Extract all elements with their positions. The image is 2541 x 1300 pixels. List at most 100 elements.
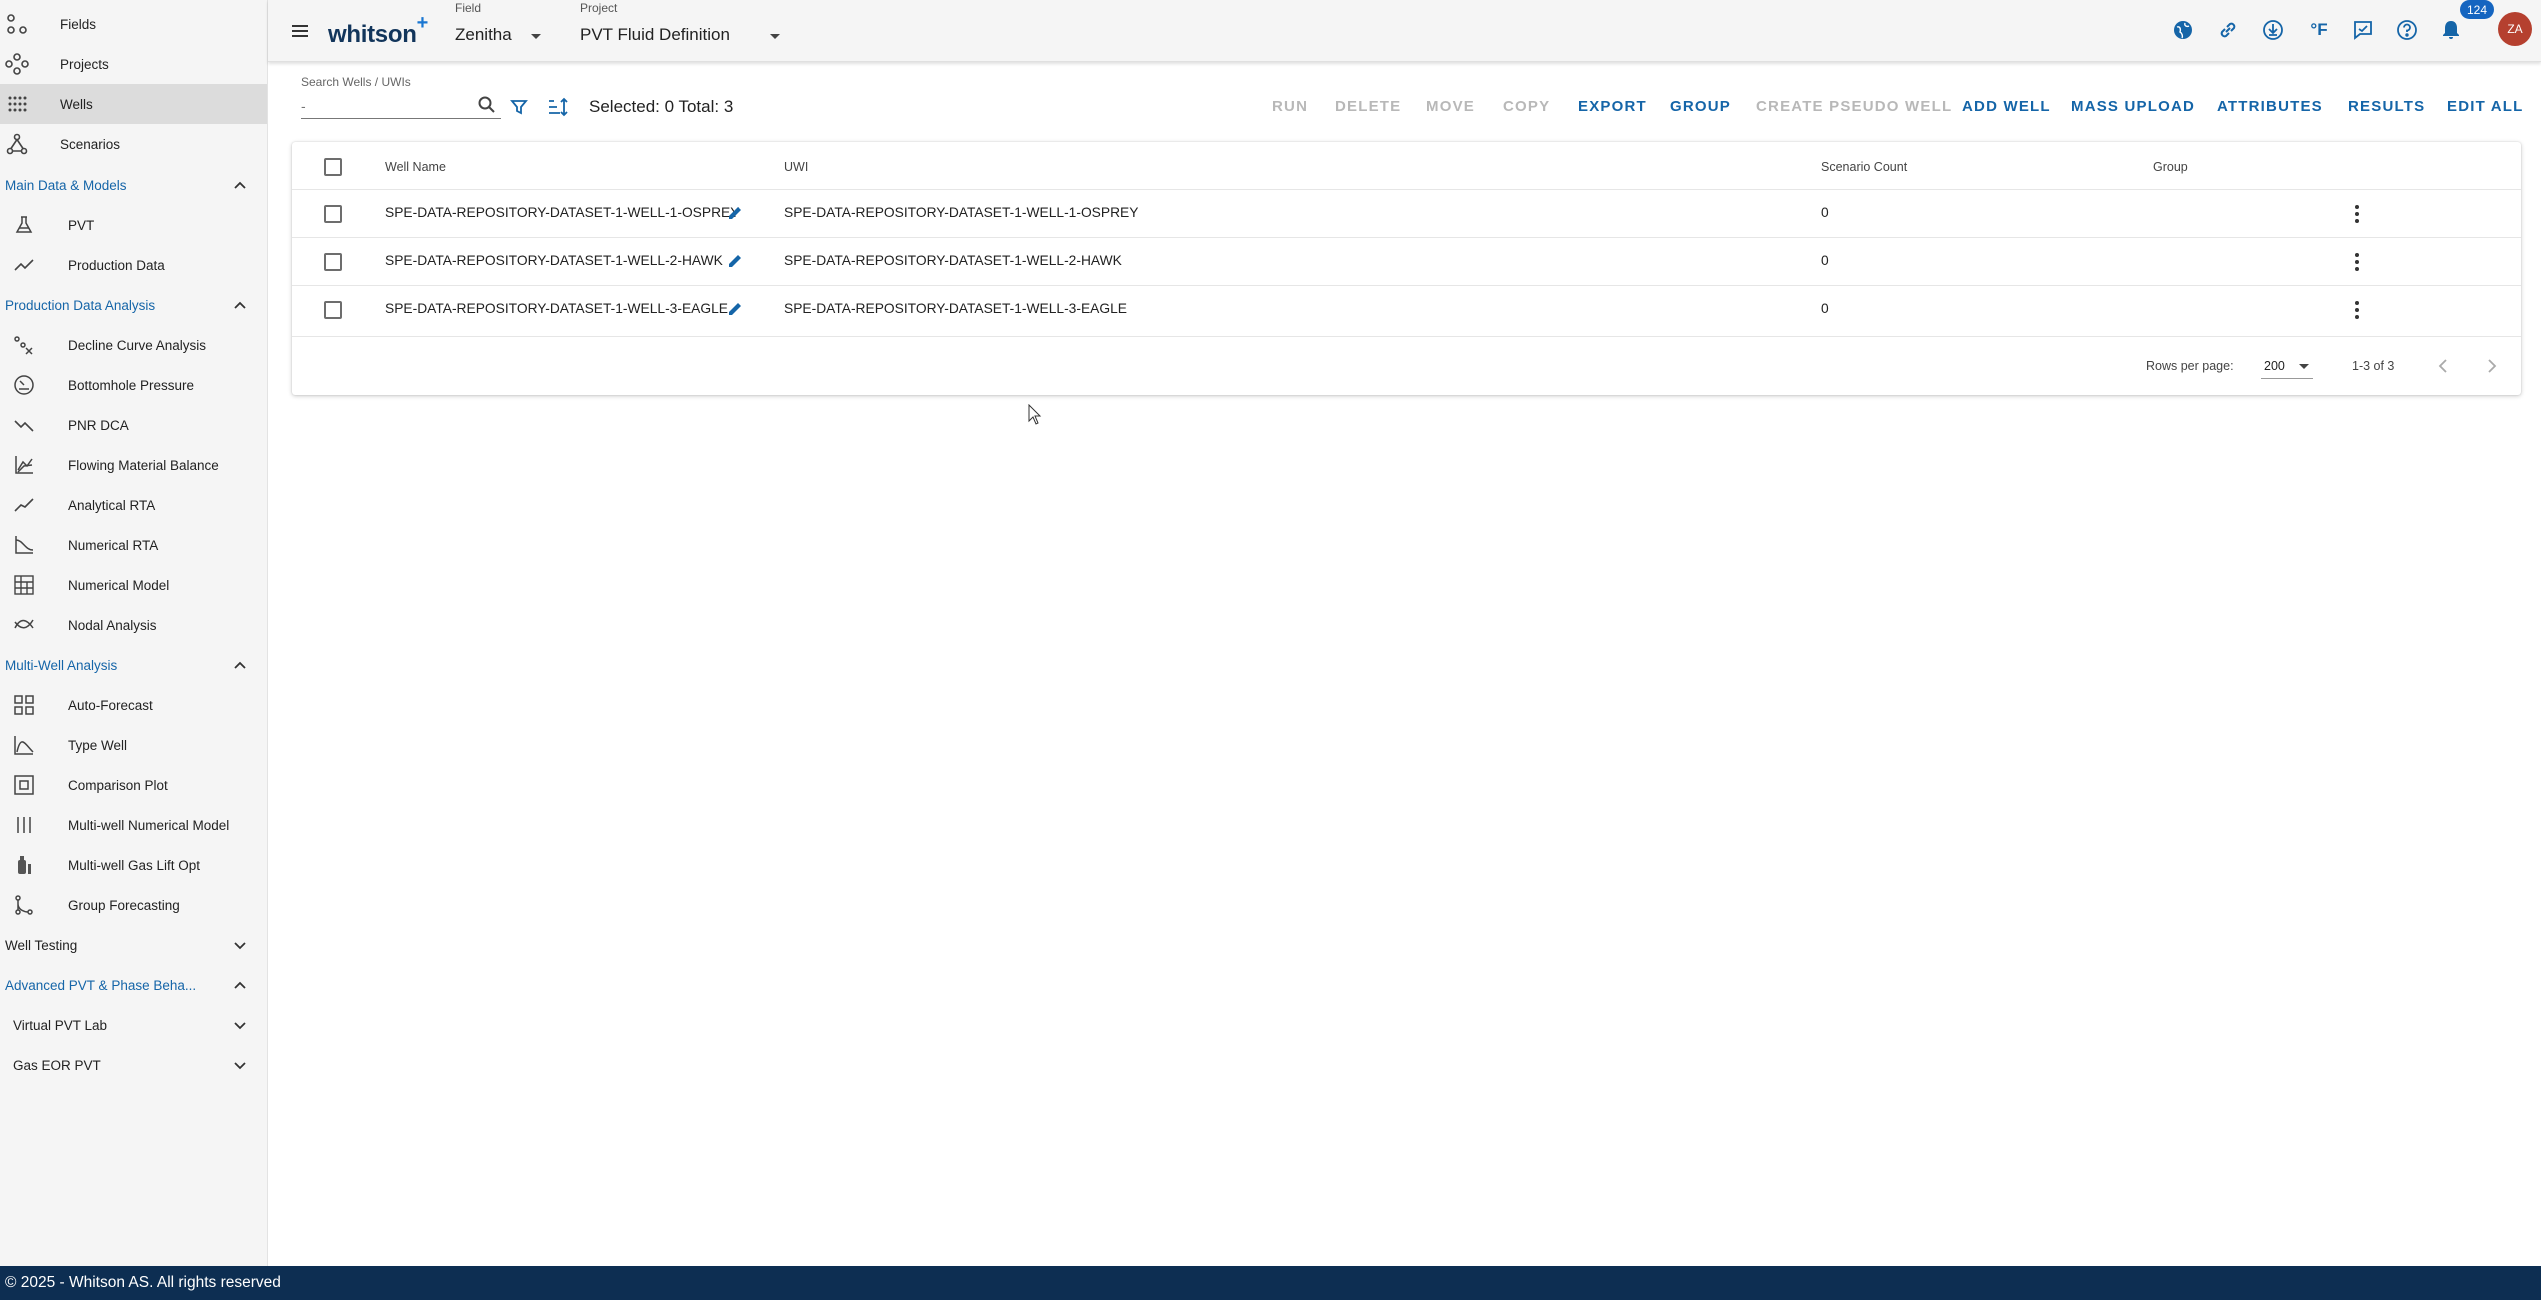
sidebar-item-numerical-model[interactable]: Numerical Model: [0, 565, 267, 605]
sidebar-item-label: Production Data: [68, 257, 165, 273]
section-label: Gas EOR PVT: [13, 1057, 101, 1073]
table-row[interactable]: SPE-DATA-REPOSITORY-DATASET-1-WELL-2-HAW…: [292, 237, 2521, 285]
help-icon[interactable]: [2392, 15, 2422, 45]
edit-all-button[interactable]: EDIT ALL: [2447, 98, 2524, 115]
row-menu-icon[interactable]: [2345, 202, 2369, 226]
sidebar-item-comparison-plot[interactable]: Comparison Plot: [0, 765, 267, 805]
temperature-unit-toggle[interactable]: °F: [2304, 15, 2334, 45]
row-checkbox[interactable]: [324, 301, 342, 319]
well-name-cell[interactable]: SPE-DATA-REPOSITORY-DATASET-1-WELL-2-HAW…: [385, 253, 723, 268]
table-row[interactable]: SPE-DATA-REPOSITORY-DATASET-1-WELL-1-OSP…: [292, 189, 2521, 237]
row-menu-icon[interactable]: [2345, 250, 2369, 274]
link-icon[interactable]: [2213, 15, 2243, 45]
group-button[interactable]: GROUP: [1670, 98, 1731, 115]
sidebar-item-decline-curve-analysis[interactable]: Decline Curve Analysis: [0, 325, 267, 365]
rows-per-page-select[interactable]: 200: [2264, 359, 2285, 373]
next-page-icon[interactable]: [2481, 355, 2503, 377]
sidebar-item-pnr-dca[interactable]: PNR DCA: [0, 405, 267, 445]
select-all-checkbox[interactable]: [324, 158, 342, 176]
mass-upload-button[interactable]: MASS UPLOAD: [2071, 98, 2195, 115]
edit-pencil-icon[interactable]: [726, 204, 744, 222]
sidebar-item-group-forecasting[interactable]: Group Forecasting: [0, 885, 267, 925]
logo: whitson+: [328, 12, 428, 49]
sidebar-item-label: Fields: [60, 16, 97, 32]
sidebar-item-fields[interactable]: Fields: [0, 4, 267, 44]
column-header-group[interactable]: Group: [2153, 160, 2188, 174]
sidebar-item-scenarios[interactable]: Scenarios: [0, 124, 267, 164]
download-icon[interactable]: [2258, 15, 2288, 45]
wells-icon: [5, 92, 29, 116]
rows-per-page-dropdown-icon[interactable]: [2295, 357, 2313, 375]
sidebar-item-label: PNR DCA: [68, 417, 129, 433]
well-name-cell[interactable]: SPE-DATA-REPOSITORY-DATASET-1-WELL-1-OSP…: [385, 205, 739, 220]
analytics-line-icon: [13, 494, 35, 516]
sidebar-item-label: Multi-well Gas Lift Opt: [68, 857, 201, 873]
copy-button[interactable]: COPY: [1503, 98, 1550, 115]
edit-pencil-icon[interactable]: [726, 300, 744, 318]
sidebar-item-auto-forecast[interactable]: Auto-Forecast: [0, 685, 267, 725]
sidebar-item-pvt[interactable]: PVT: [0, 205, 267, 245]
run-button[interactable]: RUN: [1272, 98, 1308, 115]
avatar[interactable]: ZA: [2498, 12, 2532, 46]
column-header-well-name[interactable]: Well Name: [385, 160, 446, 174]
feedback-icon[interactable]: [2348, 15, 2378, 45]
project-select[interactable]: PVT Fluid Definition: [580, 25, 730, 45]
sidebar-item-multi-well-gas-lift-opt[interactable]: Multi-well Gas Lift Opt: [0, 845, 267, 885]
previous-page-icon[interactable]: [2432, 355, 2454, 377]
sidebar-item-label: Multi-well Numerical Model: [68, 817, 230, 833]
column-header-uwi[interactable]: UWI: [784, 160, 808, 174]
sidebar-item-type-well[interactable]: Type Well: [0, 725, 267, 765]
create-pseudo-well-button[interactable]: CREATE PSEUDO WELL: [1756, 98, 1952, 115]
filter-icon[interactable]: [506, 94, 532, 120]
well-name-cell[interactable]: SPE-DATA-REPOSITORY-DATASET-1-WELL-3-EAG…: [385, 301, 728, 316]
sidebar-item-analytical-rta[interactable]: Analytical RTA: [0, 485, 267, 525]
section-virtual-pvt-lab[interactable]: Virtual PVT Lab: [0, 1005, 267, 1045]
table-row[interactable]: SPE-DATA-REPOSITORY-DATASET-1-WELL-3-EAG…: [292, 285, 2521, 333]
section-gas-eor-pvt[interactable]: Gas EOR PVT: [0, 1045, 267, 1085]
selection-counter: Selected: 0 Total: 3: [589, 97, 734, 116]
section-advanced-pvt[interactable]: Advanced PVT & Phase Beha...: [0, 965, 267, 1005]
multi-line-chart-icon: [13, 454, 35, 476]
section-multi-well[interactable]: Multi-Well Analysis: [0, 645, 267, 685]
export-button[interactable]: EXPORT: [1578, 98, 1647, 115]
delete-button[interactable]: DELETE: [1335, 98, 1401, 115]
field-dropdown-icon[interactable]: [527, 27, 545, 45]
project-dropdown-icon[interactable]: [766, 27, 784, 45]
sort-icon[interactable]: [545, 94, 571, 120]
sidebar-item-bottomhole-pressure[interactable]: Bottomhole Pressure: [0, 365, 267, 405]
sidebar-item-nodal-analysis[interactable]: Nodal Analysis: [0, 605, 267, 645]
sidebar-item-projects[interactable]: Projects: [0, 44, 267, 84]
row-checkbox[interactable]: [324, 205, 342, 223]
sidebar-item-flowing-material-balance[interactable]: Flowing Material Balance: [0, 445, 267, 485]
page-range: 1-3 of 3: [2352, 359, 2395, 373]
section-label: Virtual PVT Lab: [13, 1017, 108, 1033]
sidebar-item-label: Bottomhole Pressure: [68, 377, 195, 393]
field-select[interactable]: Zenitha: [455, 25, 512, 45]
search-icon[interactable]: [474, 92, 500, 118]
sidebar-item-label: Type Well: [68, 737, 128, 753]
copyright-text: © 2025 - Whitson AS. All rights reserved: [5, 1274, 281, 1291]
notifications-bell-icon[interactable]: [2436, 15, 2466, 45]
globe-icon[interactable]: [2168, 15, 2198, 45]
add-well-button[interactable]: ADD WELL: [1962, 98, 2051, 115]
move-button[interactable]: MOVE: [1426, 98, 1475, 115]
results-button[interactable]: RESULTS: [2348, 98, 2425, 115]
sidebar-item-multi-well-numerical-model[interactable]: Multi-well Numerical Model: [0, 805, 267, 845]
notification-count-badge: 124: [2460, 0, 2494, 19]
sidebar-item-wells[interactable]: Wells: [0, 84, 267, 124]
field-label: Field: [455, 1, 482, 15]
section-main-data[interactable]: Main Data & Models: [0, 165, 267, 205]
sidebar-item-production-data[interactable]: Production Data: [0, 245, 267, 285]
search-input[interactable]: [301, 93, 501, 119]
row-menu-icon[interactable]: [2345, 298, 2369, 322]
section-production-analysis[interactable]: Production Data Analysis: [0, 285, 267, 325]
row-checkbox[interactable]: [324, 253, 342, 271]
temperature-unit-label: °F: [2310, 20, 2328, 39]
column-header-scenario-count[interactable]: Scenario Count: [1821, 160, 1907, 174]
edit-pencil-icon[interactable]: [726, 252, 744, 270]
section-well-testing[interactable]: Well Testing: [0, 925, 267, 965]
menu-icon[interactable]: [286, 17, 314, 45]
sidebar-item-numerical-rta[interactable]: Numerical RTA: [0, 525, 267, 565]
attributes-button[interactable]: ATTRIBUTES: [2217, 98, 2323, 115]
gauge-icon: [13, 374, 35, 396]
